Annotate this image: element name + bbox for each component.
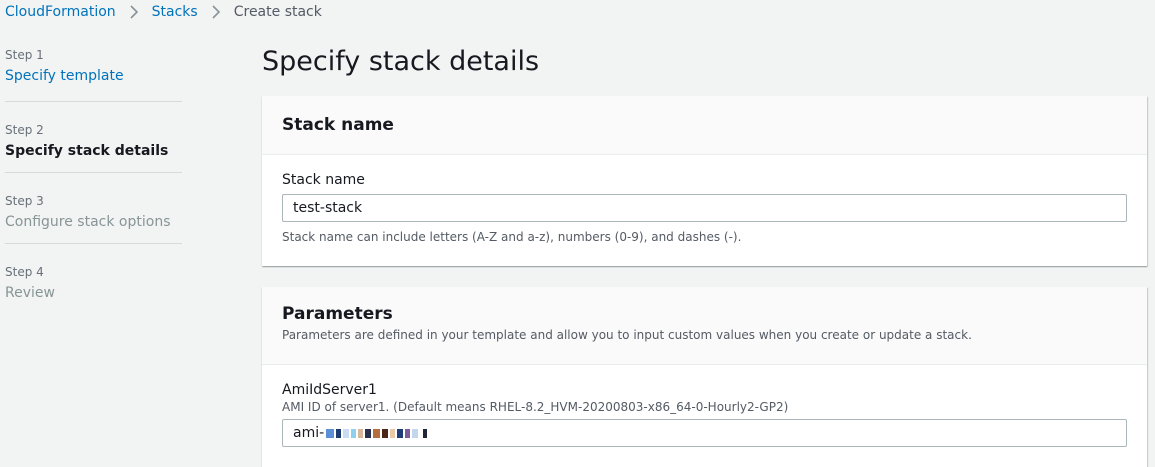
step-number: Step 2 (5, 123, 44, 137)
panel-title: Stack name (282, 115, 394, 135)
param-name: AmiIdServer1 (282, 382, 377, 398)
page-title: Specify stack details (262, 46, 540, 77)
panel-body: AmiIdServer1 AMI ID of server1. (Default… (262, 365, 1147, 447)
wizard-step-1: Step 1 Specify template (5, 47, 182, 101)
wizard-step-2: Step 2 Specify stack details (5, 101, 182, 172)
stack-name-panel: Stack name Stack name Stack name can inc… (262, 96, 1147, 266)
wizard-steps: Step 1 Specify template Step 2 Specify s… (5, 47, 182, 314)
step-link-specify-template[interactable]: Specify template (5, 66, 182, 86)
step-review: Review (5, 285, 55, 301)
input-value: ami- (293, 425, 325, 441)
param-description: AMI ID of server1. (Default means RHEL-8… (282, 400, 789, 414)
parameters-panel: Parameters Parameters are defined in you… (262, 287, 1147, 467)
field-constraint: Stack name can include letters (A-Z and … (282, 230, 742, 244)
stack-name-input[interactable] (282, 194, 1127, 222)
wizard-step-4: Step 4 Review (5, 243, 182, 314)
breadcrumb-current: Create stack (233, 4, 322, 20)
breadcrumb: CloudFormation Stacks Create stack (5, 3, 322, 21)
panel-header: Parameters Parameters are defined in you… (262, 287, 1147, 365)
panel-header: Stack name (262, 96, 1147, 155)
step-configure-stack-options: Configure stack options (5, 214, 171, 230)
panel-title: Parameters (282, 304, 393, 324)
field-label: Stack name (282, 172, 365, 188)
redacted-value (325, 428, 428, 438)
wizard-step-3: Step 3 Configure stack options (5, 172, 182, 243)
step-current-specify-stack-details: Specify stack details (5, 143, 169, 159)
panel-body: Stack name Stack name can include letter… (262, 155, 1147, 244)
chevron-right-icon (206, 3, 226, 21)
step-number: Step 4 (5, 265, 44, 279)
panel-description: Parameters are defined in your template … (282, 328, 972, 342)
chevron-right-icon (124, 3, 144, 21)
ami-id-input[interactable]: ami- (282, 419, 1127, 447)
breadcrumb-cloudformation[interactable]: CloudFormation (5, 4, 116, 20)
step-number: Step 1 (5, 48, 44, 62)
breadcrumb-stacks[interactable]: Stacks (152, 4, 198, 20)
step-number: Step 3 (5, 194, 44, 208)
